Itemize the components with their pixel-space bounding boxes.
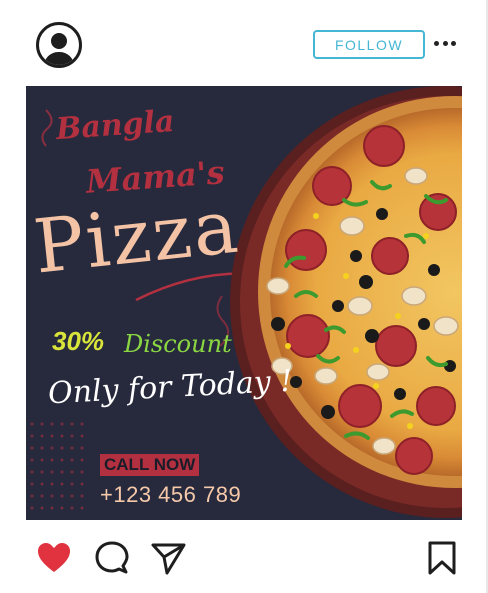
more-dot (451, 41, 456, 46)
call-now-label: CALL NOW (100, 454, 200, 476)
avatar-head-icon (51, 33, 67, 49)
follow-button[interactable]: FOLLOW (313, 30, 425, 59)
more-dot (434, 41, 439, 46)
avatar-body-icon (44, 52, 74, 65)
more-dot (442, 41, 448, 46)
dot-pattern (30, 422, 84, 510)
avatar[interactable] (36, 22, 82, 68)
discount-percent: 30% (52, 326, 105, 356)
bookmark-icon[interactable] (424, 540, 460, 576)
discount-label: Discount (124, 330, 232, 358)
pizza-artwork (30, 86, 462, 518)
share-icon[interactable] (150, 540, 186, 576)
comment-icon[interactable] (94, 540, 130, 576)
heart-icon[interactable] (36, 540, 72, 576)
phone-number: +123 456 789 (100, 482, 242, 507)
more-options-icon[interactable] (434, 41, 456, 47)
post-card: FOLLOW Bangla Mama's Pizza 30% Discount … (0, 0, 488, 593)
post-image[interactable]: Bangla Mama's Pizza 30% Discount Only fo… (26, 86, 462, 520)
